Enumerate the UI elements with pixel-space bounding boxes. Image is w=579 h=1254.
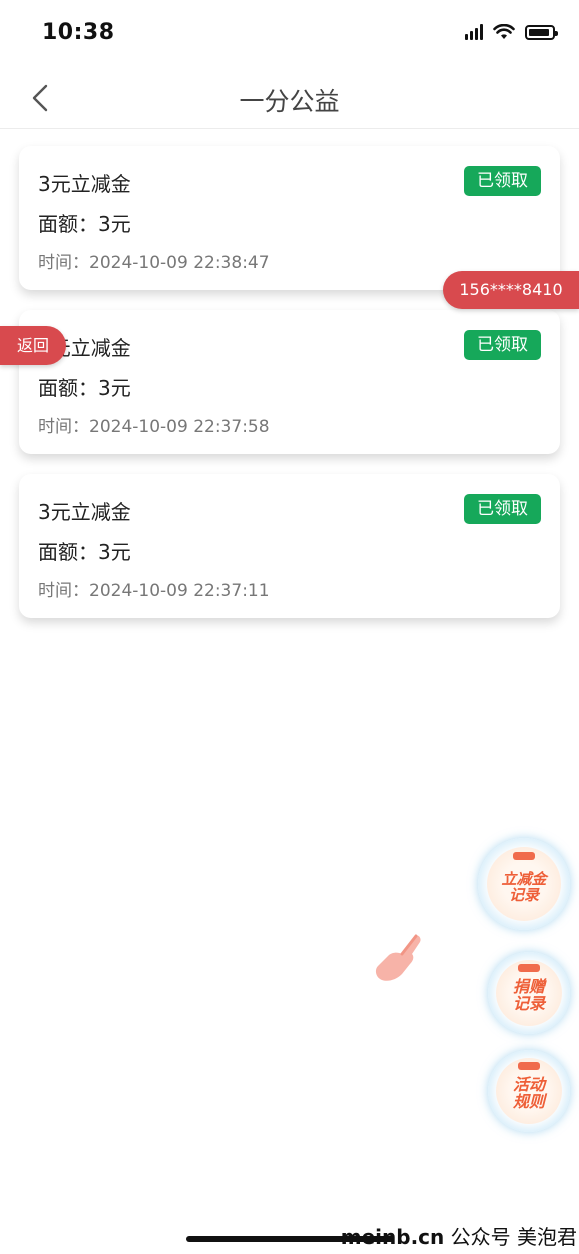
record-card: 3元立减金 已领取 面额：3元 时间：2024-10-09 22:37:11 bbox=[19, 474, 560, 618]
activity-rules-line2: 规则 bbox=[512, 1091, 545, 1111]
record-time: 时间：2024-10-09 22:37:11 bbox=[38, 581, 270, 601]
activity-rules-button[interactable]: 活动 规则 bbox=[488, 1050, 570, 1132]
wifi-icon bbox=[493, 24, 515, 39]
status-badge: 已领取 bbox=[464, 330, 541, 360]
return-button[interactable]: 返回 bbox=[0, 326, 66, 365]
record-amount: 面额：3元 bbox=[38, 376, 131, 400]
status-badge: 已领取 bbox=[464, 166, 541, 196]
status-time: 10:38 bbox=[42, 20, 115, 45]
signal-icon bbox=[465, 24, 483, 40]
donation-records-button[interactable]: 捐赠 记录 bbox=[488, 952, 570, 1034]
record-amount: 面额：3元 bbox=[38, 212, 131, 236]
record-card: 3元立减金 已领取 面额：3元 时间：2024-10-09 22:38:47 bbox=[19, 146, 560, 290]
donation-records-label: 捐赠 记录 bbox=[488, 978, 570, 1013]
watermark: meinb.cn 公众号 美泡君 bbox=[341, 1221, 577, 1250]
record-card: 3元立减金 已领取 面额：3元 时间：2024-10-09 22:37:58 bbox=[19, 310, 560, 454]
record-title: 3元立减金 bbox=[38, 172, 131, 196]
record-amount: 面额：3元 bbox=[38, 540, 131, 564]
record-list: 3元立减金 已领取 面额：3元 时间：2024-10-09 22:38:47 3… bbox=[19, 146, 560, 638]
activity-rules-label: 活动 规则 bbox=[488, 1076, 570, 1111]
coupon-records-button[interactable]: 立减金 记录 bbox=[478, 838, 570, 930]
clipboard-clip-icon bbox=[518, 964, 540, 972]
nav-bar: 一分公益 bbox=[0, 68, 579, 129]
watermark-text: 公众号 美泡君 bbox=[450, 1225, 577, 1249]
coupon-records-line2: 记录 bbox=[508, 885, 539, 904]
phone-number-tag: 156****8410 bbox=[443, 271, 579, 309]
status-bar: 10:38 bbox=[0, 0, 579, 68]
watermark-site: meinb.cn bbox=[340, 1225, 445, 1249]
record-time: 时间：2024-10-09 22:38:47 bbox=[38, 253, 270, 273]
coupon-records-label: 立减金 记录 bbox=[478, 871, 570, 904]
page-title: 一分公益 bbox=[239, 87, 340, 116]
record-title: 3元立减金 bbox=[38, 500, 131, 524]
donation-records-line2: 记录 bbox=[512, 993, 545, 1013]
battery-level bbox=[529, 28, 549, 36]
status-icons bbox=[465, 24, 558, 40]
battery-icon bbox=[525, 24, 558, 40]
clipboard-clip-icon bbox=[513, 852, 535, 860]
status-badge: 已领取 bbox=[464, 494, 541, 524]
pointing-hand-icon bbox=[375, 934, 421, 981]
clipboard-clip-icon bbox=[518, 1062, 540, 1070]
record-time: 时间：2024-10-09 22:37:58 bbox=[38, 417, 270, 437]
